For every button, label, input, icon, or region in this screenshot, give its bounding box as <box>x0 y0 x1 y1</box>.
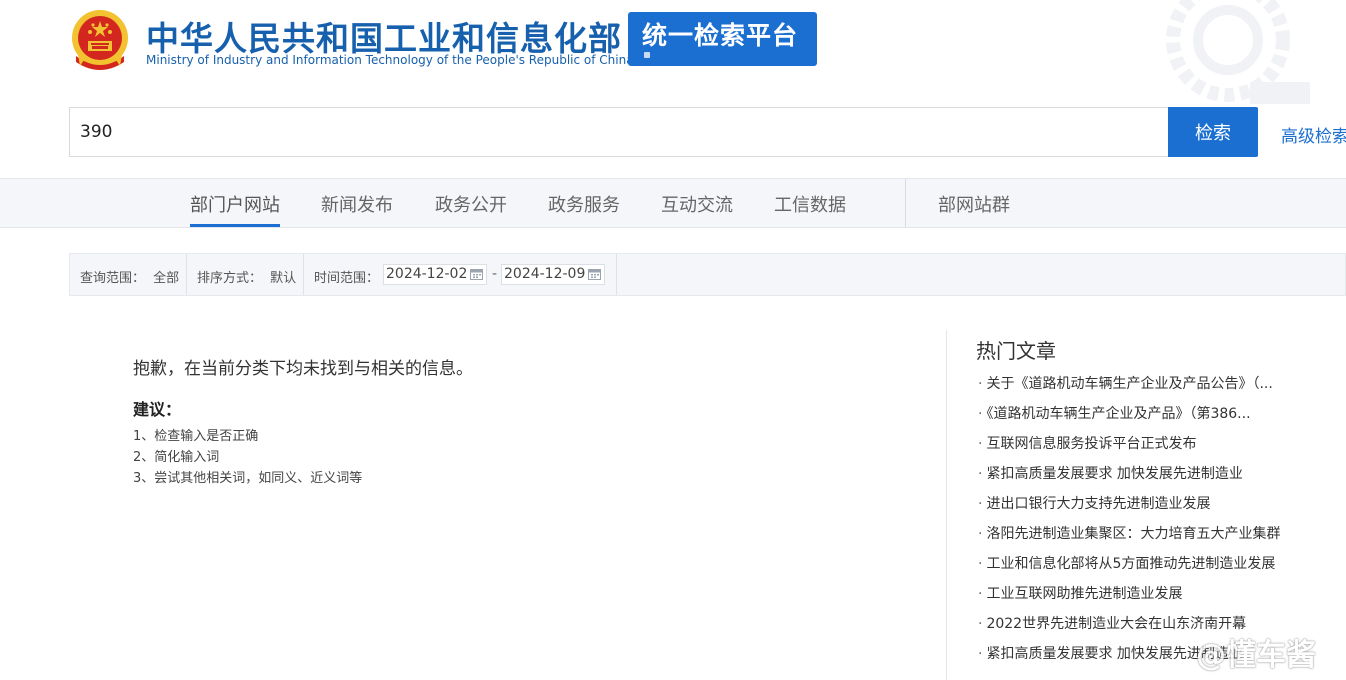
hot-article-item[interactable]: · 紧扣高质量发展要求 加快发展先进制造业 <box>978 463 1243 483</box>
miit-logo-icon <box>1166 0 1310 104</box>
suggestion-item: 1、检查输入是否正确 <box>133 429 259 444</box>
scope-label: 查询范围： <box>80 271 146 286</box>
bullet: · <box>978 436 983 452</box>
hot-article-item[interactable]: · 互联网信息服务投诉平台正式发布 <box>978 433 1196 453</box>
sort-label: 排序方式： <box>197 271 263 286</box>
tab-site-group[interactable]: 部网站群 <box>938 191 1010 217</box>
sidebar-divider <box>946 330 947 680</box>
tab-news[interactable]: 新闻发布 <box>321 191 393 217</box>
suggestion-item: 2、简化输入词 <box>133 450 220 465</box>
bullet: · <box>978 616 983 632</box>
tab-data[interactable]: 工信数据 <box>774 191 846 217</box>
advanced-search-link[interactable]: 高级检索 <box>1281 122 1346 147</box>
hot-articles-title: 热门文章 <box>976 339 1056 363</box>
bullet: · <box>978 376 983 392</box>
sort-filter[interactable]: 排序方式： 默认 <box>197 267 296 286</box>
category-nav: 部门户网站 新闻发布 政务公开 政务服务 互动交流 工信数据 部网站群 <box>0 178 1346 228</box>
hot-article-title: 洛阳先进制造业集聚区：大力培育五大产业集群 <box>986 526 1281 542</box>
search-input[interactable] <box>69 107 1168 157</box>
hot-article-item[interactable]: · 工业互联网助推先进制造业发展 <box>978 583 1182 603</box>
corner-watermark: @懂车酱 <box>1196 638 1316 673</box>
hot-article-item[interactable]: · 进出口银行大力支持先进制造业发展 <box>978 493 1210 513</box>
date-to-value: 2024-12-09 <box>504 266 586 282</box>
search-button[interactable]: 检索 <box>1168 107 1258 157</box>
filter-divider <box>303 254 304 295</box>
hot-article-item[interactable]: · 关于《道路机动车辆生产企业及产品公告》（... <box>978 373 1273 393</box>
filter-divider <box>616 254 617 295</box>
bullet: · <box>978 526 983 542</box>
bullet: · <box>978 466 983 482</box>
sort-value: 默认 <box>270 271 297 286</box>
hot-article-title: 紧扣高质量发展要求 加快发展先进制造业 <box>986 466 1243 482</box>
bullet: · <box>978 496 983 512</box>
bullet: · <box>978 406 983 422</box>
badge-dot <box>644 52 650 58</box>
scope-value: 全部 <box>153 271 180 286</box>
scope-filter[interactable]: 查询范围： 全部 <box>80 267 179 286</box>
bullet: · <box>978 646 983 662</box>
hot-article-title: 《道路机动车辆生产企业及产品》（第386... <box>986 406 1251 422</box>
time-label: 时间范围： <box>314 271 380 286</box>
nav-divider <box>905 179 906 227</box>
national-emblem-icon <box>72 10 128 70</box>
hot-article-title: 工业和信息化部将从5方面推动先进制造业发展 <box>986 556 1276 572</box>
tab-gov-affairs[interactable]: 政务公开 <box>435 191 507 217</box>
hot-article-item[interactable]: · 工业和信息化部将从5方面推动先进制造业发展 <box>978 553 1275 573</box>
hot-article-title: 进出口银行大力支持先进制造业发展 <box>986 496 1211 512</box>
calendar-icon[interactable] <box>470 268 483 280</box>
platform-badge: 统一检索平台 <box>628 12 817 66</box>
date-to-field[interactable]: 2024-12-09 <box>501 264 605 285</box>
hot-article-item[interactable]: · 《道路机动车辆生产企业及产品》（第386... <box>978 403 1251 423</box>
date-from-value: 2024-12-02 <box>386 266 468 282</box>
site-title-en: Ministry of Industry and Information Tec… <box>146 53 634 67</box>
date-separator: - <box>492 266 498 282</box>
suggestion-item: 3、尝试其他相关词，如同义、近义词等 <box>133 471 363 486</box>
bullet: · <box>978 556 983 572</box>
active-tab-indicator <box>190 224 280 227</box>
bullet: · <box>978 586 983 602</box>
tab-interaction[interactable]: 互动交流 <box>661 191 733 217</box>
filter-divider <box>186 254 187 295</box>
date-from-field[interactable]: 2024-12-02 <box>383 264 487 285</box>
hot-article-title: 工业互联网助推先进制造业发展 <box>986 586 1183 602</box>
calendar-icon[interactable] <box>588 268 601 280</box>
hot-article-title: 关于《道路机动车辆生产企业及产品公告》（... <box>986 376 1273 392</box>
hot-article-title: 互联网信息服务投诉平台正式发布 <box>986 436 1197 452</box>
tab-gov-services[interactable]: 政务服务 <box>548 191 620 217</box>
site-header: 中华人民共和国工业和信息化部 Ministry of Industry and … <box>0 0 1346 104</box>
hot-article-item[interactable]: · 洛阳先进制造业集聚区：大力培育五大产业集群 <box>978 523 1280 543</box>
tab-portal[interactable]: 部门户网站 <box>190 191 280 217</box>
suggestion-title: 建议： <box>133 400 182 419</box>
filter-bar: 查询范围： 全部 排序方式： 默认 时间范围： 2024-12-02 - 202… <box>69 253 1346 296</box>
no-result-message: 抱歉，在当前分类下均未找到与相关的信息。 <box>133 359 473 379</box>
platform-label: 统一检索平台 <box>642 21 799 50</box>
